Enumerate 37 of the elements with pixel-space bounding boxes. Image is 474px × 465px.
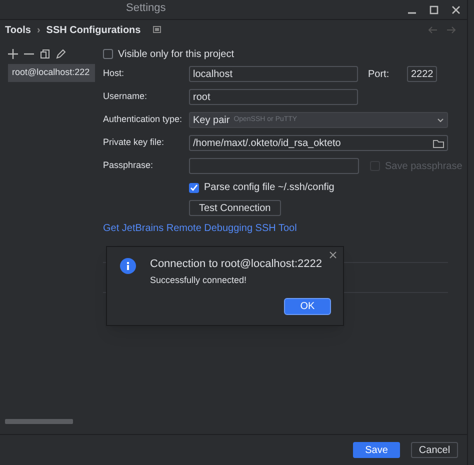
cancel-button[interactable]: Cancel xyxy=(411,442,458,458)
dialog-message: Successfully connected! xyxy=(150,274,247,287)
breadcrumb-separator: › xyxy=(36,24,40,38)
field-label: Host: xyxy=(103,67,126,80)
copy-icon[interactable] xyxy=(40,49,50,59)
input-field[interactable]: 2222 xyxy=(407,66,437,82)
pencil-icon[interactable] xyxy=(56,49,66,59)
add-icon[interactable] xyxy=(8,49,18,59)
checkbox-label: Visible only for this project xyxy=(118,48,234,62)
input-field[interactable]: root xyxy=(189,89,358,105)
dialog-title: Connection to root@localhost:2222 xyxy=(150,257,322,272)
field-label: Passphrase: xyxy=(103,159,154,172)
breadcrumb-link[interactable]: Tools xyxy=(5,22,31,38)
close-icon[interactable] xyxy=(329,251,337,259)
ok-button[interactable]: OK xyxy=(284,298,331,315)
chevron-down-icon xyxy=(437,118,444,122)
list-item[interactable]: root@localhost:222 xyxy=(8,64,95,82)
dropdown-value: Key pair xyxy=(193,114,230,128)
breadcrumb-current: SSH Configurations xyxy=(46,24,141,38)
close-icon[interactable] xyxy=(451,4,461,14)
field-label: Username: xyxy=(103,90,148,104)
maximize-icon[interactable] xyxy=(429,4,439,14)
input-field[interactable]: localhost xyxy=(189,66,358,82)
checkbox[interactable] xyxy=(103,49,113,59)
test-connection-button[interactable]: Test Connection xyxy=(189,200,281,216)
checkbox-label: Parse config file ~/.ssh/config xyxy=(204,181,334,195)
folder-icon[interactable] xyxy=(433,138,444,148)
field-label: Port: xyxy=(368,68,390,82)
input-field[interactable]: /home/maxt/.okteto/id_rsa_okteto xyxy=(189,135,448,151)
info-icon xyxy=(120,258,136,274)
window-title: Settings xyxy=(126,1,166,16)
input-field[interactable] xyxy=(189,158,359,174)
save-button[interactable]: Save xyxy=(353,442,400,458)
scrollbar[interactable] xyxy=(5,419,73,424)
field-label: Authentication type: xyxy=(103,113,184,126)
field-label: Private key file: xyxy=(103,136,166,150)
link[interactable]: Get JetBrains Remote Debugging SSH Tool xyxy=(103,221,462,236)
